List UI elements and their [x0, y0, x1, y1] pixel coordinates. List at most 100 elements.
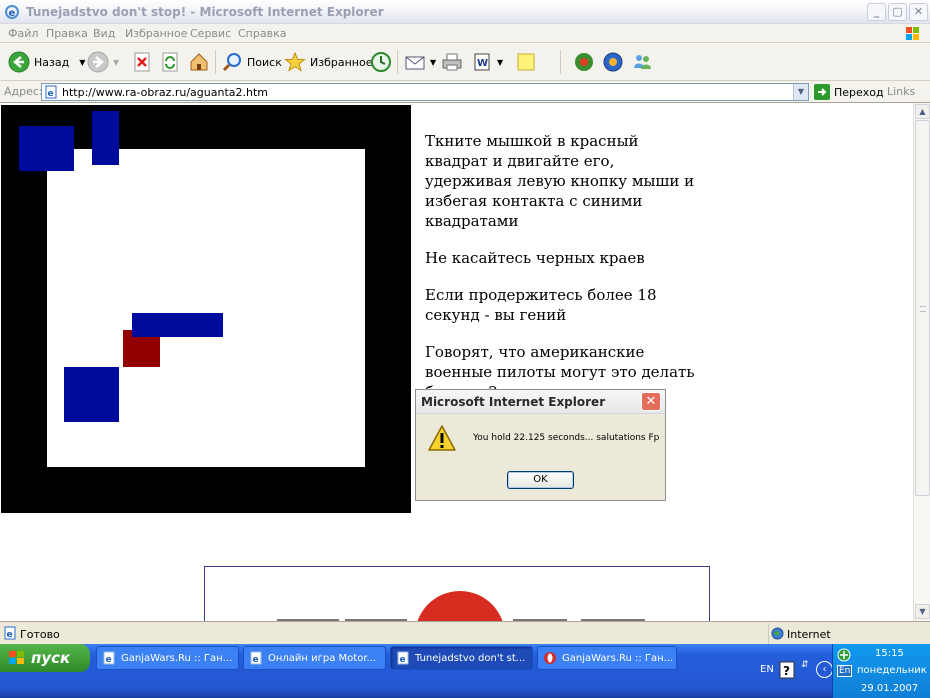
page-icon: e	[45, 85, 57, 99]
toolbar-separator	[397, 50, 398, 74]
dialog-close-button[interactable]: ✕	[641, 392, 661, 411]
network-icon[interactable]	[837, 648, 851, 662]
edit-dropdown-icon[interactable]: ▼	[497, 58, 503, 67]
help-icon[interactable]: ?	[779, 661, 795, 679]
mail-dropdown-icon[interactable]: ▼	[430, 58, 436, 67]
home-button[interactable]	[188, 49, 210, 75]
alert-dialog: Microsoft Internet Explorer ✕ You hold 2…	[415, 389, 666, 501]
menu-file[interactable]: Файл	[8, 27, 38, 40]
instruction-text: Если продержитесь более 18 секунд - вы г…	[425, 286, 657, 324]
taskbar-item-active[interactable]: e Tunejadstvo don't st...	[390, 646, 533, 670]
clock-day: понедельник	[857, 665, 927, 676]
print-button[interactable]	[441, 49, 463, 75]
ie-page-icon: e	[250, 651, 262, 665]
windows-logo-icon	[906, 27, 919, 40]
scroll-down-icon[interactable]: ▼	[915, 604, 930, 619]
globe-icon	[771, 627, 784, 640]
messenger-users-icon	[634, 55, 651, 69]
tray-arrows-icon[interactable]: ⇵	[801, 660, 809, 670]
go-button[interactable]: Переход	[814, 84, 884, 100]
favorites-button[interactable]: Избранное	[284, 49, 372, 75]
star-icon	[284, 51, 306, 72]
status-text: Готово	[20, 628, 60, 641]
game-instructions: Ткните мышкой в красный квадрат и двигай…	[425, 131, 705, 419]
svg-text:e: e	[7, 630, 13, 640]
dialog-message: You hold 22.125 seconds... salutations F…	[473, 433, 660, 443]
svg-text:e: e	[106, 655, 112, 665]
refresh-icon	[162, 52, 178, 72]
refresh-button[interactable]	[160, 49, 180, 75]
address-label: Адрес:	[4, 85, 43, 98]
menu-bar: Файл Правка Вид Избранное Сервис Справка	[0, 24, 930, 43]
dialog-title: Microsoft Internet Explorer	[421, 395, 606, 409]
address-input[interactable]: e http://www.ra-obraz.ru/aguanta2.htm ▼	[41, 83, 809, 101]
zone-label: Internet	[787, 628, 831, 641]
mail-icon	[405, 56, 425, 70]
menu-tools[interactable]: Сервис	[190, 27, 231, 40]
system-tray: En 15:15 понедельник 29.01.2007	[832, 644, 930, 698]
menu-edit[interactable]: Правка	[46, 27, 88, 40]
stop-button[interactable]	[132, 49, 152, 75]
ok-button[interactable]: OK	[507, 471, 574, 489]
address-dropdown-icon[interactable]: ▼	[793, 84, 808, 100]
status-bar: e Готово Internet	[0, 621, 930, 644]
toolbar-separator	[560, 50, 561, 74]
icq-button[interactable]	[573, 49, 595, 75]
forward-button[interactable]: ▼	[87, 49, 119, 75]
start-label: пуск	[31, 649, 71, 667]
back-arrow-icon	[8, 51, 30, 73]
language-indicator[interactable]: EN	[760, 664, 774, 675]
windows-flag-icon	[9, 651, 24, 664]
go-arrow-icon	[814, 84, 830, 100]
search-button[interactable]: Поиск	[221, 49, 282, 75]
back-dropdown-icon[interactable]: ▼	[79, 58, 85, 67]
taskbar-item-label: GanjaWars.Ru :: Ган...	[121, 652, 233, 664]
game-board	[1, 105, 411, 513]
maximize-button[interactable]: ▢	[888, 3, 907, 21]
start-button[interactable]: пуск	[0, 644, 90, 672]
svg-text:e: e	[400, 655, 406, 665]
search-label: Поиск	[247, 55, 282, 69]
window-title-bar[interactable]: e Tunejadstvo don't stop! - Microsoft In…	[0, 0, 930, 24]
taskbar-item[interactable]: GanjaWars.Ru :: Ган...	[537, 646, 677, 670]
icq-flower-icon	[575, 53, 593, 71]
address-bar: Адрес: e http://www.ra-obraz.ru/aguanta2…	[0, 81, 930, 103]
tray-language-icon[interactable]: En	[837, 665, 853, 677]
dialog-title-bar[interactable]: Microsoft Internet Explorer ✕	[416, 390, 665, 414]
printer-icon	[442, 53, 462, 71]
page-content: Ткните мышкой в красный квадрат и двигай…	[0, 103, 913, 621]
menu-view[interactable]: Вид	[93, 27, 115, 40]
blue-square-enemy	[132, 313, 223, 337]
menu-favorites[interactable]: Избранное	[125, 27, 187, 40]
vertical-scrollbar[interactable]: ▲ ▼	[913, 103, 930, 621]
back-label: Назад	[34, 55, 70, 69]
warning-icon	[428, 425, 456, 451]
banner-red-circle	[415, 591, 505, 621]
favorites-label: Избранное	[310, 55, 373, 69]
menu-help[interactable]: Справка	[238, 27, 286, 40]
history-button[interactable]	[370, 49, 392, 75]
close-window-button[interactable]: ✕	[909, 3, 928, 21]
research-button[interactable]	[602, 49, 624, 75]
messenger-button[interactable]	[631, 49, 653, 75]
word-edit-icon: W	[474, 53, 490, 71]
links-button[interactable]: Links	[887, 85, 915, 98]
taskbar-item[interactable]: e Онлайн игра Motor...	[243, 646, 386, 670]
search-icon	[222, 53, 241, 72]
minimize-button[interactable]: _	[867, 3, 886, 21]
taskbar-item[interactable]: e GanjaWars.Ru :: Ган...	[96, 646, 239, 670]
taskbar: пуск e GanjaWars.Ru :: Ган... e Онлайн и…	[0, 644, 930, 698]
back-button[interactable]: Назад ▼	[8, 49, 85, 75]
mail-button[interactable]: ▼	[404, 49, 436, 75]
scroll-thumb[interactable]	[915, 120, 930, 496]
banner-ad[interactable]	[204, 566, 710, 621]
home-icon	[190, 53, 208, 71]
blue-square-enemy	[92, 111, 119, 165]
tray-expand-icon[interactable]: ‹	[816, 661, 833, 678]
security-zone: Internet	[768, 623, 930, 644]
discuss-button[interactable]	[515, 49, 537, 75]
clock-time[interactable]: 15:15	[875, 648, 904, 659]
taskbar-item-label: Tunejadstvo don't st...	[415, 652, 526, 664]
edit-button[interactable]: W ▼	[473, 49, 503, 75]
scroll-up-icon[interactable]: ▲	[915, 104, 930, 119]
